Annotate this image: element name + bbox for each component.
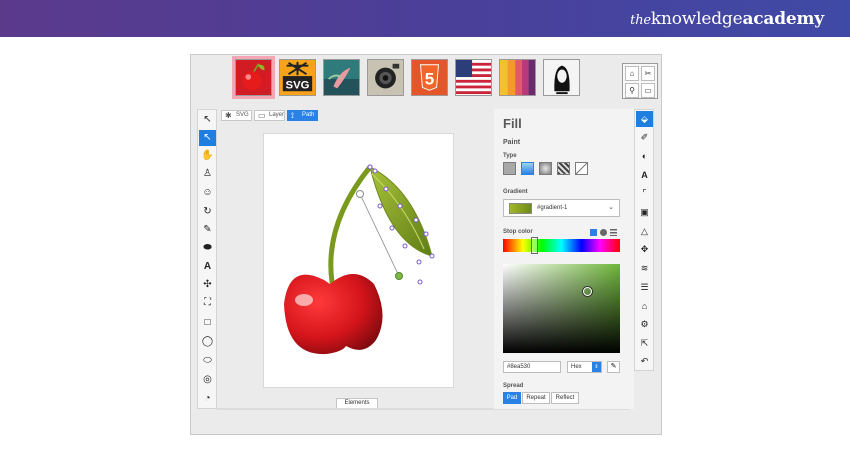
home-icon[interactable]: ⌂ [625,66,639,81]
stop-color-label: Stop color [503,229,533,235]
cherry-leaf[interactable] [369,166,433,257]
undo-tool-icon[interactable]: ↶ [636,353,653,369]
pan-tool-icon[interactable]: ✋ [199,148,216,164]
cherry-drawing [284,164,435,355]
rotate-tool-icon[interactable]: ↻ [199,204,216,220]
thumb-flower-photo[interactable] [323,59,360,96]
format-select[interactable]: Hex ⇕ [567,361,602,373]
thumb-html5-logo[interactable]: 5 [411,59,448,96]
spread-pad-button[interactable]: Pad [503,392,521,404]
thumb-color-stripes[interactable] [499,59,536,96]
saturation-picker[interactable] [503,264,620,353]
corner-tool-icon[interactable]: ⌜ [636,185,653,201]
brand-banner: theknowledgeacademy [0,0,850,37]
node-tool-icon[interactable]: ✣ [199,277,216,293]
gradient-start-handle[interactable] [356,190,364,198]
thumb-us-flag[interactable] [455,59,492,96]
cherry-stem[interactable] [328,164,373,285]
pencil-tool-icon[interactable]: ✎ [199,222,216,238]
circle-tool-icon[interactable]: ◯ [199,334,216,350]
scissors-icon[interactable]: ✂ [641,66,655,81]
thumb-svg-logo[interactable]: SVG [279,59,316,96]
mode-layer[interactable]: ▭ Layer [254,110,285,121]
layer-mode-icon: ▭ [258,111,266,120]
frame-icon[interactable]: ▭ [641,83,655,98]
type-label: Type [503,153,517,159]
html5-logo-label: 5 [425,70,434,89]
quick-tools: ⌂ ✂ ⚲ ▭ [622,63,658,99]
rect-tool-icon[interactable]: □ [199,315,216,331]
building-tool-icon[interactable]: ⌂ [636,298,653,314]
right-toolbar: ⬙ ✐ ◐ A ⌜ ▣ △ ✥ ≋ ☰ ⌂ ⚙ ⇱ ↶ [634,109,654,371]
eyedropper-icon[interactable]: ✎ [607,361,620,373]
contrast-tool-icon[interactable]: ◐ [636,148,653,164]
color-picker-cursor[interactable] [583,287,592,296]
mode-path[interactable]: ⟟ Path [287,110,318,121]
chevron-down-icon: ⌄ [608,204,614,211]
text-tool-icon[interactable]: A [199,259,216,275]
gradient-label: Gradient [503,189,528,195]
svg-logo-label: SVG [286,79,310,91]
panel-title: Fill [503,116,522,131]
comment-tool-icon[interactable]: ▣ [636,204,653,220]
thumb-cherry[interactable] [232,56,275,99]
list-mode-icon[interactable] [610,229,617,236]
target-tool-icon[interactable]: ◎ [199,372,216,388]
stepper-icon: ⇕ [592,362,601,372]
face-tool-icon[interactable]: ☺ [199,185,216,201]
gradient-select[interactable]: #gradient-1 ⌄ [503,199,620,217]
brand-logo: theknowledgeacademy [630,9,824,29]
paint-heading: Paint [503,139,521,146]
cherry-body[interactable] [284,274,383,355]
select-tool-icon[interactable]: ↖ [199,130,216,146]
flat-color-icon[interactable] [503,162,516,175]
gradient-swatch [509,203,532,214]
pattern-icon[interactable] [557,162,570,175]
square-mode-icon[interactable] [590,229,597,236]
spread-repeat-button[interactable]: Repeat [522,392,550,404]
brush-tool-icon[interactable]: ✐ [636,129,653,145]
gradient-name: #gradient-1 [537,205,568,211]
svg-mode-icon: ✱ [225,111,232,120]
fill-tool-icon[interactable]: ⬙ [636,111,653,127]
pointer-tool-icon[interactable]: ↖ [199,112,216,128]
move-tool-icon[interactable]: ✥ [636,241,653,257]
gradient-end-handle[interactable] [395,272,403,280]
layers-tool-icon[interactable]: ≋ [636,260,653,276]
list-tool-icon[interactable]: ☰ [636,279,653,295]
font-tool-icon[interactable]: A [636,167,653,183]
pie-tool-icon[interactable]: ◔ [199,391,216,407]
drawing-canvas[interactable] [263,133,454,388]
hue-handle[interactable] [531,237,538,254]
radial-gradient-icon[interactable] [539,162,552,175]
ellipse-tool-icon[interactable]: ⬭ [199,353,216,369]
settings-tool-icon[interactable]: ⚙ [636,316,653,332]
ellipse-fill-tool-icon[interactable]: ⬬ [199,240,216,256]
fullscreen-tool-icon[interactable]: ⛶ [199,295,216,311]
spread-label: Spread [503,383,524,389]
mode-svg[interactable]: ✱ SVG [221,110,252,121]
thumb-portrait[interactable] [543,59,580,96]
path-mode-icon: ⟟ [291,111,294,120]
hue-slider[interactable] [503,237,620,254]
linear-gradient-icon[interactable] [521,162,534,175]
export-tool-icon[interactable]: ⇱ [636,335,653,351]
hex-input[interactable]: #8ea530 [503,361,561,373]
person-tool-icon[interactable]: ♙ [199,166,216,182]
zoom-icon[interactable]: ⚲ [625,83,639,98]
spread-reflect-button[interactable]: Reflect [551,392,579,404]
circle-mode-icon[interactable] [600,229,607,236]
left-toolbar: ↖ ↖ ✋ ♙ ☺ ↻ ✎ ⬬ A ✣ ⛶ □ ◯ ⬭ ◎ ◔ [197,109,217,409]
svg-editor-window: SVG 5 ⌂ ✂ ⚲ ▭ ↖ ↖ ✋ ♙ ☺ ↻ ✎ ⬬ A ✣ ⛶ □ ◯ … [190,54,662,435]
triangle-tool-icon[interactable]: △ [636,223,653,239]
no-paint-icon[interactable] [575,162,588,175]
thumb-camera[interactable] [367,59,404,96]
fill-panel: Fill Paint Type Gradient #gradient-1 ⌄ S… [494,109,634,409]
